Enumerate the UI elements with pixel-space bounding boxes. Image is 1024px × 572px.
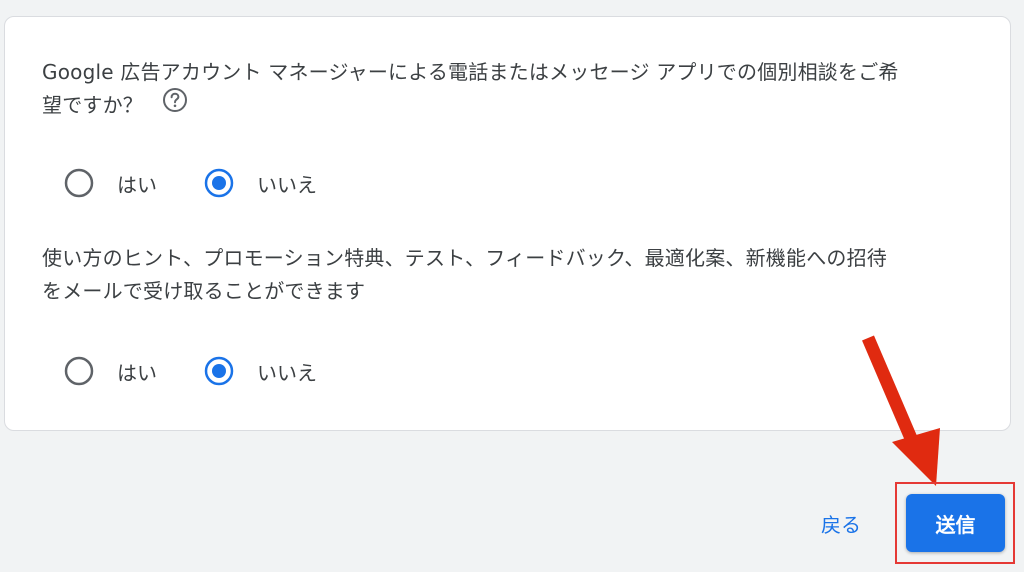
question-email-text-line1: 使い方のヒント、プロモーション特典、テスト、フィードバック、最適化案、新機能への… — [42, 246, 887, 270]
submit-button[interactable]: 送信 — [906, 494, 1005, 552]
red-arrow-icon — [862, 335, 940, 486]
radio-email-yes[interactable]: はい — [63, 355, 157, 387]
radio-label-yes[interactable]: はい — [117, 357, 157, 386]
radio-checked-icon[interactable] — [203, 355, 235, 387]
radio-consultation-yes[interactable]: はい — [63, 167, 157, 199]
radio-group-consultation: はい いいえ — [63, 167, 317, 199]
radio-consultation-no[interactable]: いいえ — [203, 167, 317, 199]
radio-label-no[interactable]: いいえ — [257, 357, 317, 386]
radio-unchecked-icon[interactable] — [63, 167, 95, 199]
radio-group-email: はい いいえ — [63, 355, 317, 387]
question-consultation-text-line2: 望ですか？ — [42, 93, 143, 117]
radio-email-no[interactable]: いいえ — [203, 355, 317, 387]
page: Google 広告アカウント マネージャーによる電話またはメッセージ アプリでの… — [0, 0, 1024, 572]
radio-unchecked-icon[interactable] — [63, 355, 95, 387]
question-email-text-line2: をメールで受け取ることができます — [42, 279, 366, 303]
radio-label-no[interactable]: いいえ — [257, 169, 317, 198]
question-consultation-text-line1: Google 広告アカウント マネージャーによる電話またはメッセージ アプリでの… — [42, 60, 899, 84]
help-circle-icon[interactable] — [162, 87, 188, 123]
question-email-opt-in: 使い方のヒント、プロモーション特典、テスト、フィードバック、最適化案、新機能への… — [42, 242, 977, 308]
radio-checked-icon[interactable] — [203, 167, 235, 199]
radio-label-yes[interactable]: はい — [117, 169, 157, 198]
back-button[interactable]: 戻る — [821, 509, 861, 538]
question-consultation: Google 広告アカウント マネージャーによる電話またはメッセージ アプリでの… — [42, 56, 977, 123]
